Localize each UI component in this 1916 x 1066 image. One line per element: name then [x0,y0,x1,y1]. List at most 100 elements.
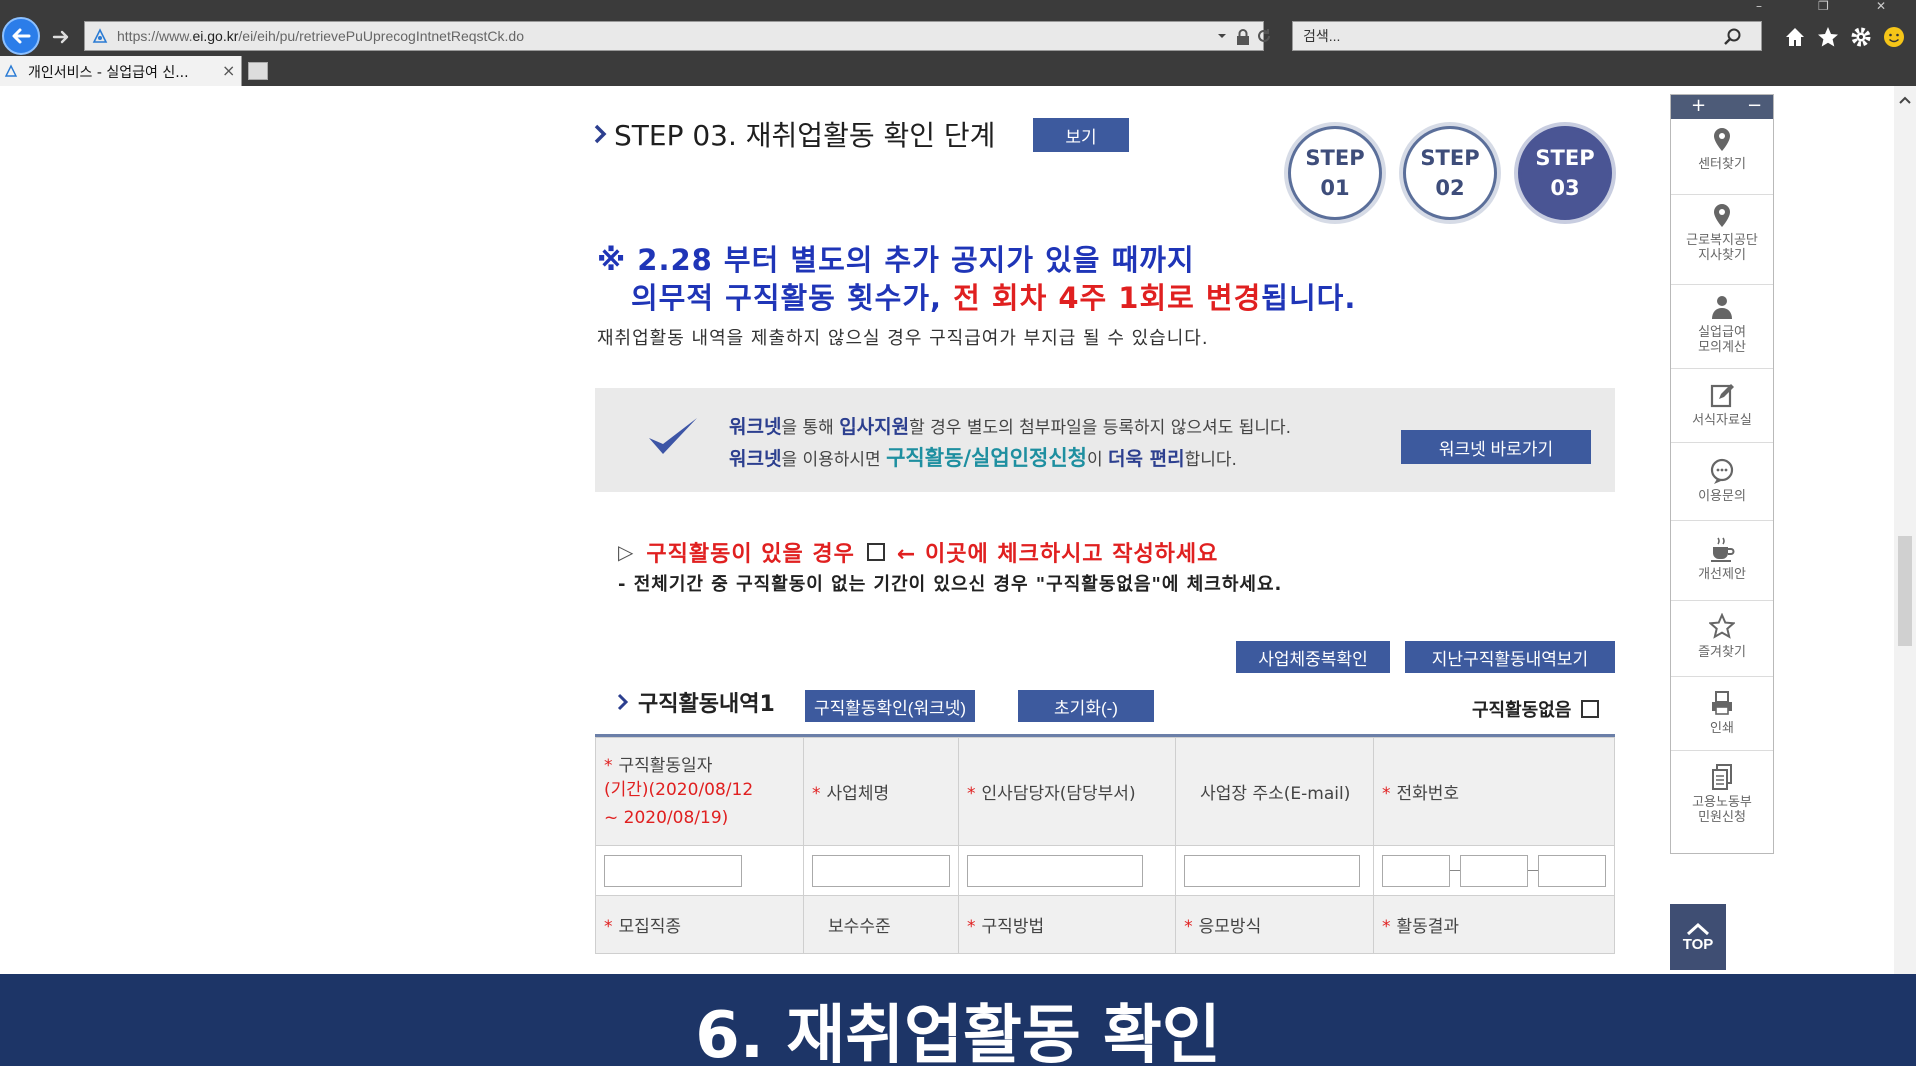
quick-menu-label: 인쇄 [1710,721,1734,736]
reset-button[interactable]: 초기화(-) [1018,690,1154,722]
document-icon [1712,764,1732,790]
worknet-info-line1: 워크넷을 통해 입사지원할 경우 별도의 첨부파일을 등록하지 않으셔도 됩니다… [729,412,1291,439]
scroll-top-button[interactable]: TOP [1670,904,1726,970]
step-label: STEP [1535,146,1595,170]
phone-part3-input[interactable] [1538,854,1606,887]
worknet-text: 할 경우 별도의 첨부파일을 등록하지 않으셔도 됩니다. [909,418,1292,438]
activity-list-title: 구직활동내역1 [638,692,775,717]
quick-menu-label: 즐겨찾기 [1698,645,1746,660]
favorites-star-icon[interactable] [1814,23,1842,51]
business-duplicate-check-button[interactable]: 사업체중복확인 [1236,641,1390,673]
top-label: TOP [1682,935,1714,953]
worknet-shortcut-button[interactable]: 워크넷 바로가기 [1401,430,1591,464]
confirm-activity-worknet-button[interactable]: 구직활동확인(워크넷) [805,690,975,722]
tab-close-icon[interactable]: × [222,61,235,80]
tab-active[interactable]: 개인서비스 - 실업급여 신... × [0,56,242,86]
edit-icon [1710,384,1734,408]
apply-method-header: * 응모방식 [1175,895,1374,954]
worknet-text: 을 이용하시면 [781,450,887,470]
close-window-button[interactable]: ✕ [1876,0,1886,12]
step-label: STEP [1420,146,1480,170]
required-mark: * [967,917,976,937]
chevron-down-icon[interactable] [1215,28,1229,44]
home-icon[interactable] [1781,23,1809,51]
search-icon[interactable] [1723,27,1743,47]
zoom-in-button[interactable]: + [1691,95,1706,117]
activity-date-input[interactable] [604,854,742,887]
phone-cell [1373,845,1615,896]
map-pin-icon [1714,128,1730,151]
phone-part1-input[interactable] [1382,854,1450,887]
notice-line1: ※ 2.28 부터 별도의 추가 공지가 있을 때까지 [597,243,1195,277]
company-name-input[interactable] [812,854,951,887]
search-method-label: 구직방법 [981,917,1045,937]
page-scrollbar[interactable] [1894,86,1916,974]
search-input[interactable] [1303,27,1683,45]
quick-menu-label: 센터찾기 [1698,157,1746,172]
past-activity-history-button[interactable]: 지난구직활동내역보기 [1405,641,1615,673]
back-button[interactable] [2,17,40,55]
scrollbar-thumb[interactable] [1898,536,1912,646]
quick-menu-item-forms[interactable]: 서식자료실 [1671,371,1773,443]
navigation-bar: https://www.ei.go.kr/ei/eih/pu/retrieveP… [0,14,1916,60]
url-text[interactable]: https://www.ei.go.kr/ei/eih/pu/retrieveP… [117,28,524,44]
quick-menu-item-suggestion[interactable]: 개선제안 [1671,523,1773,601]
required-mark: * [1382,917,1391,937]
minimize-button[interactable]: – [1756,0,1762,12]
restore-button[interactable]: ❐ [1818,0,1829,12]
zoom-out-button[interactable]: − [1747,95,1762,117]
quick-menu-header: + − [1671,95,1773,119]
has-activity-checkbox[interactable] [866,543,885,561]
quick-menu-label: 서식자료실 [1692,413,1752,428]
quick-menu-item-bookmark[interactable]: 즐겨찾기 [1671,603,1773,677]
refresh-icon[interactable] [1255,27,1273,45]
worknet-info-line2: 워크넷을 이용하시면 구직활동/실업인정신청이 더욱 편리합니다. [729,442,1237,472]
company-cell [803,845,960,896]
quick-menu-item-inquiry[interactable]: 이용문의 [1671,445,1773,521]
new-tab-button[interactable] [248,62,268,80]
salary-label: 보수수준 [828,917,891,937]
quick-menu-item-civil-petition[interactable]: 고용노동부 민원신청 [1671,753,1773,853]
salary-header: 보수수준 [803,895,960,954]
no-activity-checkbox[interactable] [1581,700,1600,718]
chevron-up-icon[interactable] [1897,92,1913,108]
step-03-indicator-active: STEP 03 [1518,126,1612,220]
cup-icon [1711,537,1735,562]
page-content: STEP 03. 재취업활동 확인 단계 보기 STEP 01 STEP 02 … [0,86,1900,974]
person-icon [1712,296,1732,319]
phone-part2-input[interactable] [1460,854,1528,887]
star-icon [1709,613,1735,639]
quick-menu-item-print[interactable]: 인쇄 [1671,679,1773,751]
worknet-bold: 워크넷 [729,416,782,438]
period-start: (기간)(2020/08/12 [604,780,754,800]
quick-menu-item-branch-search[interactable]: 근로복지공단 지사찾기 [1671,197,1773,285]
gear-icon[interactable] [1847,23,1875,51]
company-header: * 사업체명 [803,737,960,846]
step-number: 01 [1320,176,1350,200]
address-bar[interactable]: https://www.ei.go.kr/ei/eih/pu/retrieveP… [84,21,1270,51]
print-icon [1712,691,1732,715]
address-input[interactable] [1184,854,1361,887]
apply-bold: 입사지원 [839,416,910,438]
forward-button[interactable] [48,24,74,50]
tab-bar: 개인서비스 - 실업급여 신... × [0,56,1916,86]
quick-menu-item-benefit-calculator[interactable]: 실업급여 모의계산 [1671,287,1773,369]
triangle-right-icon: ▷ [618,540,635,564]
convenient-bold: 더욱 편리 [1108,448,1185,470]
hr-contact-input[interactable] [967,854,1144,887]
lock-icon[interactable] [1235,28,1251,46]
quick-menu-item-center-search[interactable]: 센터찾기 [1671,125,1773,195]
search-bar[interactable] [1292,21,1762,51]
step-number: 02 [1435,176,1465,200]
date-cell [594,845,805,896]
quick-menu-label: 고용노동부 민원신청 [1692,795,1752,825]
quick-menu-label: 이용문의 [1698,489,1746,504]
hr-contact-label: 인사담당자(담당부서) [981,784,1136,804]
phone-separator [1528,870,1538,871]
phone-separator [1450,870,1460,871]
view-button[interactable]: 보기 [1033,118,1129,152]
smiley-feedback-icon[interactable] [1880,23,1908,51]
unemployment-claim-highlight: 구직활동/실업인정신청 [886,446,1087,470]
notice-line2: 의무적 구직활동 횟수가, 전 회차 4주 1회로 변경됩니다. [597,279,1356,317]
window-titlebar: – ❐ ✕ [0,0,1916,14]
